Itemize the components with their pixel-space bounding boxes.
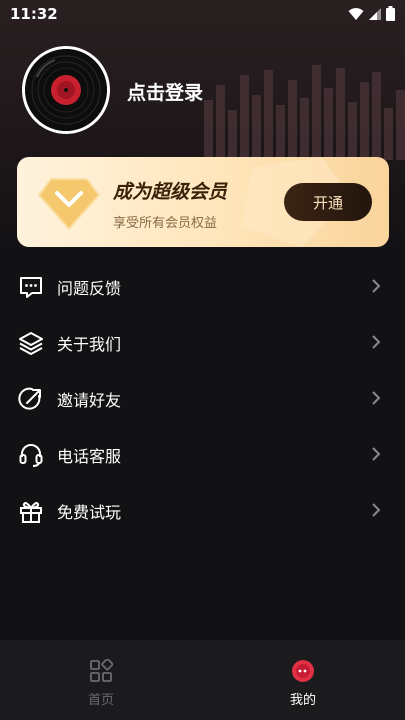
layers-icon (19, 332, 43, 355)
vip-banner[interactable]: 成为超级会员 享受所有会员权益 开通 (17, 157, 389, 247)
chevron-right-icon (372, 279, 381, 293)
vip-open-button[interactable]: 开通 (284, 183, 372, 221)
feedback-icon (20, 277, 42, 298)
grid-icon (90, 659, 113, 682)
status-time: 11:32 (10, 5, 58, 23)
menu-item-about[interactable]: 关于我们 (0, 314, 405, 370)
menu-item-invite[interactable]: 邀请好友 (0, 370, 405, 426)
menu-label: 免费试玩 (57, 503, 122, 522)
gift-icon (20, 502, 42, 523)
vip-title: 成为超级会员 (113, 181, 228, 203)
avatar[interactable] (22, 46, 110, 134)
bottom-tab-bar: 首页 我的 (0, 640, 405, 720)
vip-subtitle: 享受所有会员权益 (113, 216, 218, 231)
tab-label: 首页 (87, 693, 114, 708)
status-icons (348, 6, 395, 21)
chevron-right-icon (372, 335, 381, 349)
menu-item-customer-service[interactable]: 电话客服 (0, 426, 405, 482)
signal-icon (369, 7, 381, 20)
chevron-right-icon (372, 503, 381, 517)
menu-list: 问题反馈 关于我们 邀请好友 电话客服 免费试玩 (0, 258, 405, 538)
menu-label: 电话客服 (57, 447, 122, 466)
status-bar: 11:32 (0, 0, 405, 28)
menu-item-feedback[interactable]: 问题反馈 (0, 258, 405, 314)
share-icon (18, 387, 41, 410)
chevron-right-icon (372, 391, 381, 405)
chevron-right-icon (372, 447, 381, 461)
wifi-icon (348, 7, 364, 20)
tab-mine[interactable]: 我的 (202, 640, 404, 720)
menu-label: 问题反馈 (57, 279, 122, 298)
headset-icon (19, 444, 43, 467)
tab-label: 我的 (289, 693, 316, 708)
vinyl-icon (292, 660, 314, 682)
menu-label: 邀请好友 (57, 391, 122, 410)
menu-label: 关于我们 (57, 335, 122, 354)
tab-home[interactable]: 首页 (0, 640, 202, 720)
login-link[interactable]: 点击登录 (127, 78, 203, 105)
vinyl-record-icon (25, 49, 107, 131)
vip-diamond-icon (37, 178, 101, 231)
menu-item-free-trial[interactable]: 免费试玩 (0, 482, 405, 538)
equalizer-decoration (204, 65, 405, 160)
battery-icon (386, 6, 395, 21)
